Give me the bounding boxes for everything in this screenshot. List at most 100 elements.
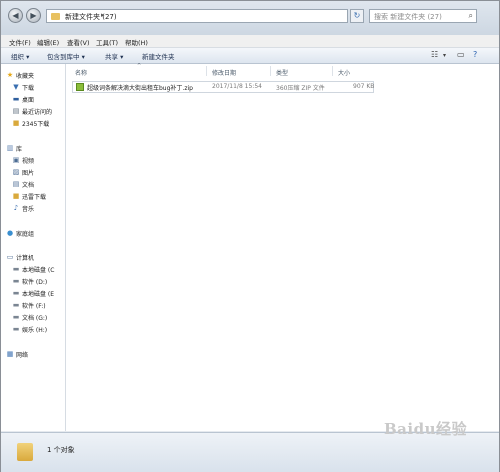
drive-icon: ▬ [12, 277, 20, 285]
nav-item-drive-f[interactable]: ▬ 软件 (F:) [1, 300, 65, 311]
folder-icon: ■ [12, 119, 20, 127]
view-options-icon[interactable]: ☷ [431, 50, 438, 59]
new-folder-button[interactable]: 新建文件夹 [142, 51, 175, 61]
address-bar[interactable]: 新建文件夹 (27) ▸ [46, 9, 348, 23]
nav-favorites[interactable]: ★ 收藏夹 [1, 70, 65, 81]
drive-icon: ▬ [12, 265, 20, 273]
breadcrumb[interactable]: 新建文件夹 (27) [65, 12, 117, 22]
nav-item-drive-g[interactable]: ▬ 文档 (G:) [1, 312, 65, 323]
folder-icon [17, 443, 33, 461]
file-type: 360压缩 ZIP 文件 [276, 85, 325, 92]
column-header-type[interactable]: 类型 [276, 68, 288, 77]
nav-item-2345-downloads[interactable]: ■ 2345下载 [1, 118, 65, 129]
menu-tools[interactable]: 工具(T) [96, 37, 118, 47]
nav-homegroup-label: 家庭组 [16, 231, 35, 238]
nav-network-label: 网络 [16, 352, 29, 359]
nav-libraries-label: 库 [16, 146, 23, 153]
folder-icon: ■ [12, 192, 20, 200]
forward-button[interactable]: ▶ [26, 8, 41, 23]
drive-icon: ▬ [12, 289, 20, 297]
chevron-down-icon[interactable]: ▾ [443, 52, 446, 59]
column-header-date[interactable]: 修改日期 [212, 68, 236, 77]
homegroup-icon: ● [6, 229, 14, 237]
column-header-size[interactable]: 大小 [338, 68, 350, 77]
nav-item-drive-h[interactable]: ▬ 娱乐 (H:) [1, 324, 65, 335]
nav-item-videos[interactable]: ▣ 视频 [1, 155, 65, 166]
file-size: 907 KB [353, 83, 375, 90]
sort-arrow-icon: ^ [137, 63, 142, 69]
nav-item-label: 娱乐 (H:) [22, 327, 48, 334]
network-icon: ▦ [6, 350, 14, 358]
download-icon: ▼ [13, 83, 19, 91]
menu-file[interactable]: 文件(F) [9, 37, 31, 47]
nav-favorites-label: 收藏夹 [16, 73, 35, 80]
include-in-library-button[interactable]: 包含到库中 ▾ [47, 51, 85, 61]
document-icon: ▤ [12, 180, 20, 188]
back-button[interactable]: ◀ [8, 8, 23, 23]
nav-computer[interactable]: ▭ 计算机 [1, 252, 65, 263]
picture-icon: ▨ [12, 168, 20, 176]
navigation-pane: ★ 收藏夹 ▼ 下载 ▬ 桌面 ▤ 最近访问的 ■ 2345下载 ▥ 库 ▣ 视… [1, 64, 66, 431]
nav-item-label: 2345下载 [22, 121, 50, 128]
desktop-icon: ▬ [12, 95, 20, 103]
column-header-name[interactable]: 名称 [75, 68, 87, 77]
nav-item-drive-c[interactable]: ▬ 本地磁盘 (C [1, 264, 65, 275]
nav-item-label: 下载 [22, 85, 35, 92]
search-input[interactable]: 搜索 新建文件夹 (27) [374, 12, 442, 22]
nav-item-label: 桌面 [22, 97, 35, 104]
nav-computer-label: 计算机 [16, 255, 35, 262]
nav-item-label: 迅雷下载 [22, 194, 47, 201]
nav-item-label: 软件 (F:) [22, 303, 46, 310]
organize-button[interactable]: 组织 ▾ [11, 51, 29, 61]
menu-bar: 文件(F) 编辑(E) 查看(V) 工具(T) 帮助(H) [1, 35, 499, 48]
nav-libraries[interactable]: ▥ 库 [1, 143, 65, 154]
nav-item-thunder-downloads[interactable]: ■ 迅雷下载 [1, 191, 65, 202]
nav-item-pictures[interactable]: ▨ 图片 [1, 167, 65, 178]
recent-places-icon: ▤ [12, 107, 20, 115]
menu-view[interactable]: 查看(V) [67, 37, 90, 47]
nav-item-label: 本地磁盘 (C [22, 267, 55, 274]
nav-homegroup[interactable]: ● 家庭组 [1, 228, 65, 239]
share-button[interactable]: 共享 ▾ [105, 51, 123, 61]
column-divider[interactable] [206, 66, 207, 76]
drive-icon: ▬ [12, 325, 20, 333]
search-icon[interactable]: ⌕ [469, 11, 473, 21]
help-icon[interactable]: ? [473, 50, 477, 59]
nav-item-label: 软件 (D:) [22, 279, 48, 286]
zip-file-icon [76, 83, 84, 91]
file-row[interactable]: 超级词条解决滴大街出租车bug补丁.zip 2017/11/8 15:54 36… [72, 81, 374, 93]
nav-item-drive-d[interactable]: ▬ 软件 (D:) [1, 276, 65, 287]
video-icon: ▣ [12, 156, 20, 164]
music-icon: ♪ [13, 204, 19, 212]
column-divider[interactable] [270, 66, 271, 76]
nav-item-recent[interactable]: ▤ 最近访问的 [1, 106, 65, 117]
refresh-button[interactable]: ↻ [350, 9, 364, 23]
nav-item-music[interactable]: ♪ 音乐 [1, 203, 65, 214]
menu-help[interactable]: 帮助(H) [125, 37, 148, 47]
nav-item-downloads[interactable]: ▼ 下载 [1, 82, 65, 93]
nav-item-label: 本地磁盘 (E [22, 291, 55, 298]
nav-item-label: 文档 [22, 182, 35, 189]
nav-network[interactable]: ▦ 网络 [1, 349, 65, 360]
file-list: 名称 ^ 修改日期 类型 大小 超级词条解决滴大街出租车bug补丁.zip 20… [66, 63, 499, 431]
nav-item-label: 最近访问的 [22, 109, 53, 116]
title-bar: ◀ ▶ 新建文件夹 (27) ▸ ↻ 搜索 新建文件夹 (27) ⌕ [1, 1, 499, 35]
menu-edit[interactable]: 编辑(E) [37, 37, 59, 47]
preview-pane-icon[interactable]: ▭ [457, 50, 465, 59]
drive-icon: ▬ [12, 313, 20, 321]
nav-item-label: 文档 (G:) [22, 315, 48, 322]
drive-icon: ▬ [12, 301, 20, 309]
explorer-window: ◀ ▶ 新建文件夹 (27) ▸ ↻ 搜索 新建文件夹 (27) ⌕ 文件(F)… [0, 0, 500, 472]
star-icon: ★ [6, 71, 14, 79]
nav-item-documents[interactable]: ▤ 文档 [1, 179, 65, 190]
command-bar: 组织 ▾ 包含到库中 ▾ 共享 ▾ 新建文件夹 ☷ ▾ ▭ ? [1, 48, 499, 64]
chevron-right-icon[interactable]: ▸ [101, 11, 105, 19]
search-box[interactable]: 搜索 新建文件夹 (27) ⌕ [369, 9, 477, 23]
nav-item-drive-e[interactable]: ▬ 本地磁盘 (E [1, 288, 65, 299]
item-count: 1 个对象 [47, 446, 75, 454]
library-icon: ▥ [6, 144, 14, 152]
nav-item-desktop[interactable]: ▬ 桌面 [1, 94, 65, 105]
file-name: 超级词条解决滴大街出租车bug补丁.zip [87, 85, 193, 92]
column-divider[interactable] [332, 66, 333, 76]
computer-icon: ▭ [6, 253, 14, 261]
